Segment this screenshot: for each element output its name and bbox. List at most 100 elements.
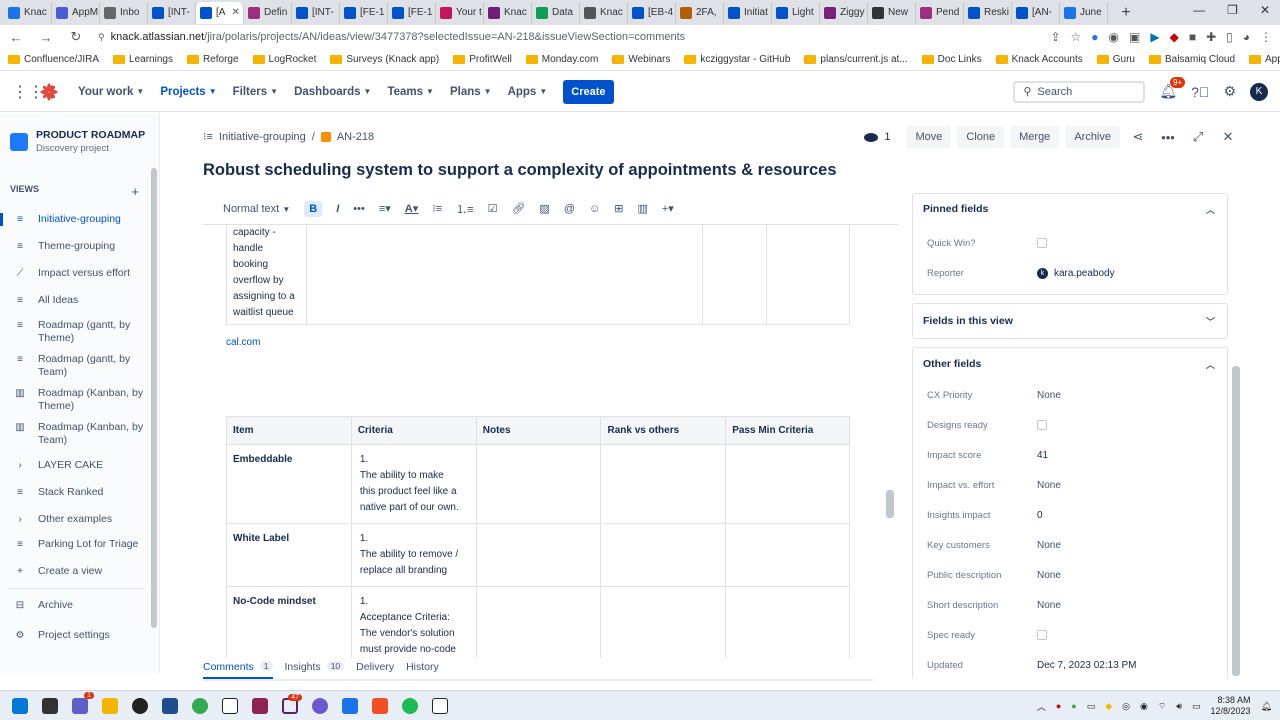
nav-your-work[interactable]: Your work ▼ [78, 86, 144, 98]
pass-min-criteria-cell[interactable] [725, 444, 850, 524]
browser-tab[interactable]: [AN- [1012, 1, 1060, 24]
criteria-cell[interactable]: 1. Acceptance Criteria: The vendor's solu… [350, 586, 477, 658]
task-view-icon[interactable] [42, 697, 58, 714]
issue-title[interactable]: Robust scheduling system to support a co… [203, 161, 837, 180]
browser-tab[interactable]: 2FA, [676, 1, 724, 24]
notion-icon[interactable] [222, 697, 238, 714]
notifications-icon[interactable]: 🔔︎ 9+ [1159, 77, 1186, 100]
tab-delivery[interactable]: Delivery [356, 661, 394, 679]
wifi-icon[interactable]: ⌔ [1158, 701, 1166, 712]
sidebar-scrollbar[interactable] [151, 168, 157, 628]
notes-cell[interactable] [475, 523, 602, 587]
insert-icon[interactable]: +▾ [662, 202, 674, 215]
extension-icon[interactable]: ◆ [1170, 30, 1179, 44]
more-actions-icon[interactable]: ••• [1156, 130, 1180, 145]
cal-com-link[interactable]: cal.com [226, 337, 260, 348]
browser-tab[interactable]: Defin [244, 1, 292, 24]
reporter-value[interactable]: k kara.peabody [1037, 267, 1115, 279]
item-cell[interactable]: White Label [226, 523, 352, 587]
browser-tab[interactable]: Knac [484, 1, 532, 24]
bookmark-item[interactable]: Doc Links [921, 54, 982, 65]
browser-tab[interactable]: Ziggy [820, 1, 868, 24]
browser-tab[interactable]: June [1060, 1, 1108, 24]
sidebar-item-create-a-view[interactable]: + Create a view [0, 565, 159, 578]
tray-app-icon[interactable]: ● [1056, 701, 1061, 711]
field-value[interactable]: None [1037, 570, 1061, 581]
store-icon[interactable] [162, 697, 178, 714]
browser-tab[interactable]: [EB-4 [628, 1, 676, 24]
close-icon[interactable]: ✕ [1216, 129, 1240, 145]
close-tab-icon[interactable]: ✕ [231, 7, 239, 18]
field-value[interactable]: None [1037, 390, 1061, 401]
numbered-list-icon[interactable]: ⒈≡ [456, 201, 473, 217]
profile-icon[interactable]: ◕ [1243, 30, 1250, 44]
battery-icon[interactable]: ▭ [1192, 701, 1201, 712]
bold-icon[interactable]: B [304, 200, 323, 217]
app-icon[interactable] [252, 697, 268, 714]
nav-dashboards[interactable]: Dashboards ▼ [294, 86, 371, 98]
field-value[interactable]: 0 [1037, 510, 1043, 521]
pass-min-criteria-cell[interactable] [725, 586, 850, 658]
field-value[interactable]: Dec 7, 2023 02:13 PM [1037, 660, 1137, 671]
jira-product-logo[interactable] [40, 82, 58, 101]
item-cell[interactable]: No-Code mindset [226, 586, 352, 658]
notification-bell-icon[interactable]: 🔔︎ [1261, 701, 1272, 712]
tray-app-icon[interactable]: ▭ [1087, 701, 1096, 712]
sidebar-item-stack-ranked[interactable]: ≡ Stack Ranked [0, 486, 159, 499]
tab-history[interactable]: History [406, 661, 439, 679]
browser-tab[interactable]: Light [772, 1, 820, 24]
extension-icon[interactable]: ◉ [1109, 30, 1119, 44]
settings-gear-icon[interactable]: ⚙ [1223, 83, 1236, 100]
move-button[interactable]: Move [906, 126, 952, 148]
bookmark-item[interactable]: ProfitWell [453, 54, 512, 65]
expand-icon[interactable]: ⤢ [1186, 129, 1210, 145]
bookmark-item[interactable]: plans/current.js at... [804, 54, 908, 65]
item-cell[interactable]: Embeddable [226, 444, 352, 524]
browser-tab[interactable]: [FE-1 [340, 1, 388, 24]
browser-tab[interactable]: Knac [580, 1, 628, 24]
criteria-cell[interactable]: 1. The ability to remove / replace all br… [350, 523, 477, 587]
nav-plans[interactable]: Plans ▼ [450, 86, 492, 98]
browser-tab[interactable]: Data [532, 1, 580, 24]
criteria-cell[interactable]: 1. The ability to make this product feel … [350, 444, 477, 524]
sidebar-item-all-ideas[interactable]: ≡ All Ideas [0, 294, 159, 307]
app-icon[interactable] [372, 697, 388, 714]
slack-icon[interactable]: 47 [282, 693, 302, 714]
rank-cell[interactable] [600, 444, 727, 524]
breadcrumb-parent[interactable]: Initiative-grouping [219, 131, 306, 143]
other-fields-header[interactable]: Other fields ︿ [913, 348, 1227, 380]
sidebar-project-settings[interactable]: ⚙ Project settings [0, 629, 159, 642]
fields-in-view-header[interactable]: Fields in this view ﹀ [913, 304, 1227, 338]
table-header-cell[interactable]: Rank vs others [600, 416, 727, 445]
archive-button[interactable]: Archive [1065, 126, 1120, 148]
chrome-icon[interactable] [192, 697, 208, 714]
url-field[interactable]: ⚲ knack.atlassian.net/jira/polaris/proje… [98, 31, 1036, 43]
clone-button[interactable]: Clone [957, 126, 1005, 148]
extension-icon[interactable]: ▶ [1150, 30, 1159, 44]
kebab-menu-icon[interactable]: ⋮ [1260, 30, 1272, 44]
field-checkbox[interactable] [1037, 420, 1047, 430]
text-style-select[interactable]: Normal text ▼ [223, 203, 290, 215]
sidebar-item-roadmap-kanban-by-theme[interactable]: ▥ Roadmap (Kanban, by Theme) [0, 387, 159, 413]
share-icon[interactable]: ⇪ [1050, 30, 1060, 44]
quick-win-checkbox[interactable] [1037, 238, 1047, 248]
text-color-icon[interactable]: A▾ [405, 202, 418, 215]
sidebar-item-other-examples[interactable]: › Other examples [0, 513, 159, 526]
bullet-list-icon[interactable]: ⁝≡ [432, 202, 442, 215]
minimize-icon[interactable]: — [1193, 3, 1205, 17]
bookmark-item[interactable]: Surveys (Knack app) [330, 54, 439, 65]
file-explorer-icon[interactable] [102, 697, 118, 714]
sidepanel-icon[interactable]: ▯ [1226, 30, 1233, 44]
align-icon[interactable]: ≡▾ [379, 202, 391, 215]
share-icon[interactable]: ⋖ [1126, 129, 1150, 145]
browser-tab[interactable]: Pend [916, 1, 964, 24]
browser-tab[interactable]: Your t [436, 1, 484, 24]
extension-icon[interactable]: ▣ [1129, 30, 1140, 44]
settings-icon[interactable] [312, 697, 328, 714]
add-view-icon[interactable]: + [131, 184, 139, 199]
rank-cell[interactable] [600, 586, 727, 658]
sidebar-item-roadmap-gantt-by-team[interactable]: ≡ Roadmap (gantt, by Team) [0, 353, 159, 379]
tray-app-icon[interactable]: ◉ [1140, 701, 1148, 712]
forward-icon[interactable]: → [38, 30, 54, 45]
notes-cell[interactable] [475, 586, 602, 658]
